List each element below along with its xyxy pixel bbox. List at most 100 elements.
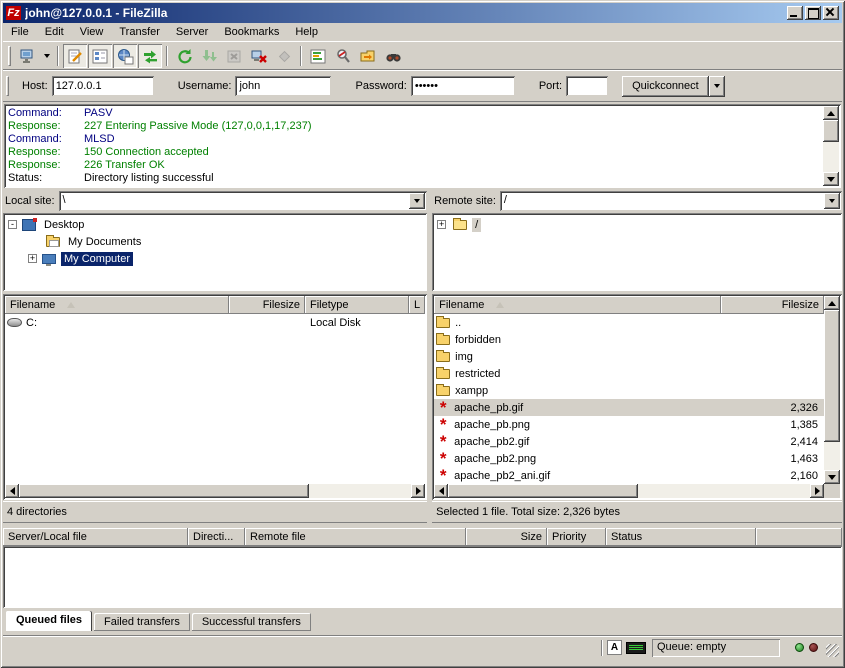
tree-item-desktop[interactable]: - Desktop: [6, 216, 424, 233]
tree-item-my-computer[interactable]: + My Computer: [6, 250, 424, 267]
column-header-remote-file[interactable]: Remote file: [245, 528, 466, 546]
menu-view[interactable]: View: [72, 24, 112, 40]
ascii-mode-icon[interactable]: A: [607, 640, 622, 655]
quickconnect-grip[interactable]: [6, 76, 9, 96]
local-horizontal-scrollbar[interactable]: [5, 484, 425, 498]
menu-bookmarks[interactable]: Bookmarks: [216, 24, 287, 40]
remote-file-row[interactable]: *apache_pb2.png 1,463: [434, 450, 824, 467]
column-header-lastmodified[interactable]: L: [409, 296, 425, 314]
column-header-filesize[interactable]: Filesize: [721, 296, 824, 314]
maximize-button[interactable]: [805, 6, 821, 20]
remote-file-row[interactable]: *apache_pb2_ani.gif 2,160: [434, 467, 824, 484]
scroll-thumb[interactable]: [19, 484, 309, 498]
scroll-left-button[interactable]: [5, 484, 19, 498]
scroll-track[interactable]: [824, 442, 840, 470]
remote-file-row[interactable]: *apache_pb.png 1,385: [434, 416, 824, 433]
file-name: apache_pb2.gif: [454, 436, 529, 448]
scroll-track[interactable]: [638, 484, 810, 498]
tab-successful-transfers[interactable]: Successful transfers: [192, 613, 311, 631]
remote-site-label: Remote site:: [434, 195, 496, 207]
site-manager-button[interactable]: [15, 44, 39, 68]
speed-limit-indicator-icon[interactable]: [626, 642, 646, 654]
file-name: forbidden: [455, 334, 501, 346]
remote-file-row[interactable]: *apache_pb2.gif 2,414: [434, 433, 824, 450]
close-button[interactable]: [823, 6, 839, 20]
menu-server[interactable]: Server: [168, 24, 216, 40]
remote-site-dropdown[interactable]: [824, 193, 840, 209]
toggle-message-log-button[interactable]: [63, 44, 87, 68]
find-files-button[interactable]: [381, 44, 405, 68]
tab-queued-files[interactable]: Queued files: [6, 611, 92, 631]
remote-file-row[interactable]: ..: [434, 314, 824, 331]
scroll-down-button[interactable]: [824, 470, 840, 484]
remote-site-combobox[interactable]: /: [500, 191, 842, 211]
expand-icon[interactable]: +: [28, 254, 37, 263]
refresh-button[interactable]: [172, 44, 196, 68]
scroll-right-button[interactable]: [411, 484, 425, 498]
log-scrollbar[interactable]: [823, 106, 839, 186]
scroll-track[interactable]: [823, 142, 839, 172]
filter-button[interactable]: [331, 44, 355, 68]
cancel-operation-button[interactable]: [222, 44, 246, 68]
remote-file-row[interactable]: img: [434, 348, 824, 365]
menu-transfer[interactable]: Transfer: [111, 24, 168, 40]
local-site-dropdown[interactable]: [409, 193, 425, 209]
remote-vertical-scrollbar[interactable]: [824, 296, 840, 498]
toggle-local-tree-icon: [92, 48, 109, 65]
reconnect-button[interactable]: [272, 44, 296, 68]
port-input[interactable]: [566, 76, 608, 96]
password-input[interactable]: [411, 76, 515, 96]
column-header-direction[interactable]: Directi...: [188, 528, 245, 546]
remote-file-row-selected[interactable]: *apache_pb.gif 2,326: [434, 399, 824, 416]
local-file-row[interactable]: C: Local Disk: [5, 314, 425, 331]
scroll-up-button[interactable]: [824, 296, 840, 310]
column-header-server-local-file[interactable]: Server/Local file: [3, 528, 188, 546]
menu-file[interactable]: File: [3, 24, 37, 40]
directory-comparison-button[interactable]: [306, 44, 330, 68]
collapse-icon[interactable]: -: [8, 220, 17, 229]
tab-failed-transfers[interactable]: Failed transfers: [94, 613, 190, 631]
remote-file-row[interactable]: restricted: [434, 365, 824, 382]
menu-edit[interactable]: Edit: [37, 24, 72, 40]
site-manager-dropdown[interactable]: [40, 44, 53, 68]
process-queue-button[interactable]: [197, 44, 221, 68]
quickconnect-button[interactable]: Quickconnect: [622, 76, 709, 97]
column-header-filename[interactable]: Filename: [434, 296, 721, 314]
scroll-track[interactable]: [309, 484, 411, 498]
quickconnect-dropdown[interactable]: [709, 76, 725, 97]
minimize-button[interactable]: [787, 6, 803, 20]
scroll-thumb[interactable]: [448, 484, 638, 498]
remote-horizontal-scrollbar[interactable]: [434, 484, 824, 498]
toolbar-grip[interactable]: [8, 46, 11, 66]
disconnect-button[interactable]: [247, 44, 271, 68]
column-header-status[interactable]: Status: [606, 528, 756, 546]
column-header-filename[interactable]: Filename: [5, 296, 229, 314]
column-header-filetype[interactable]: Filetype: [305, 296, 409, 314]
toggle-remote-tree-button[interactable]: [113, 44, 137, 68]
menu-help[interactable]: Help: [287, 24, 326, 40]
local-site-combobox[interactable]: \: [59, 191, 428, 211]
host-input[interactable]: [52, 76, 154, 96]
scroll-thumb[interactable]: [823, 120, 839, 142]
remote-file-row[interactable]: forbidden: [434, 331, 824, 348]
column-header-priority[interactable]: Priority: [547, 528, 606, 546]
queue-list[interactable]: [3, 546, 842, 608]
resize-grip[interactable]: [826, 644, 839, 657]
tree-item-my-documents[interactable]: My Documents: [6, 233, 424, 250]
username-input[interactable]: [235, 76, 331, 96]
file-size: [721, 365, 824, 382]
column-header-size[interactable]: Size: [466, 528, 547, 546]
remote-file-row[interactable]: xampp: [434, 382, 824, 399]
toggle-transfer-queue-button[interactable]: [138, 44, 162, 68]
scroll-right-button[interactable]: [810, 484, 824, 498]
column-header-filesize[interactable]: Filesize: [229, 296, 305, 314]
scroll-up-button[interactable]: [823, 106, 839, 120]
scroll-thumb[interactable]: [824, 310, 840, 442]
synchronized-browsing-button[interactable]: [356, 44, 380, 68]
tree-item-root[interactable]: + /: [435, 216, 839, 233]
title-bar[interactable]: Fz john@127.0.0.1 - FileZilla: [3, 3, 842, 23]
scroll-down-button[interactable]: [823, 172, 839, 186]
scroll-left-button[interactable]: [434, 484, 448, 498]
expand-icon[interactable]: +: [437, 220, 446, 229]
toggle-local-tree-button[interactable]: [88, 44, 112, 68]
